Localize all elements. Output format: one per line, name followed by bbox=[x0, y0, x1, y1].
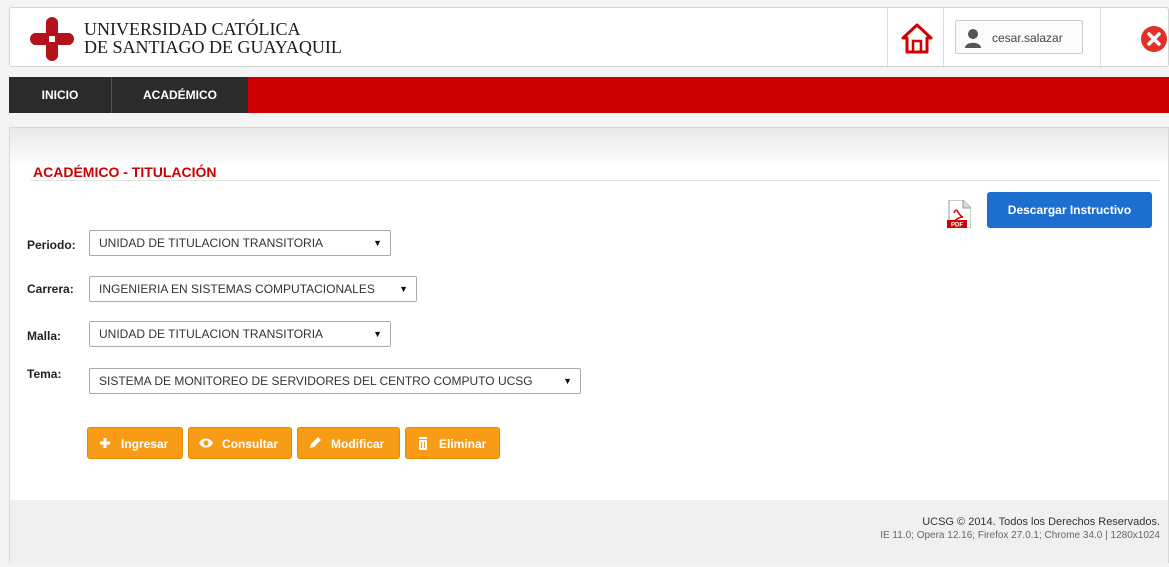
pdf-icon[interactable]: PDF bbox=[947, 200, 971, 228]
university-name-line1: UNIVERSIDAD CATÓLICA bbox=[84, 19, 301, 39]
trash-icon bbox=[419, 437, 427, 450]
chevron-down-icon: ▼ bbox=[399, 284, 408, 294]
main-panel: ACADÉMICO - TITULACIÓN PDF Descargar Ins… bbox=[9, 127, 1169, 564]
carrera-select[interactable]: INGENIERIA EN SISTEMAS COMPUTACIONALES ▼ bbox=[89, 276, 417, 302]
carrera-select-value: INGENIERIA EN SISTEMAS COMPUTACIONALES bbox=[99, 282, 375, 296]
periodo-select[interactable]: UNIDAD DE TITULACION TRANSITORIA ▼ bbox=[89, 230, 391, 256]
chevron-down-icon: ▼ bbox=[563, 376, 572, 386]
periodo-label: Periodo: bbox=[27, 238, 76, 252]
svg-text:PDF: PDF bbox=[951, 223, 963, 229]
browser-compat-text: IE 11.0; Opera 12.16; Firefox 27.0.1; Ch… bbox=[880, 530, 1160, 541]
university-name: UNIVERSIDAD CATÓLICA DE SANTIAGO DE GUAY… bbox=[84, 20, 342, 56]
username-label: cesar.salazar bbox=[992, 31, 1063, 45]
chevron-down-icon: ▼ bbox=[373, 329, 382, 339]
tema-select-value: SISTEMA DE MONITOREO DE SERVIDORES DEL C… bbox=[99, 374, 533, 388]
nav-item-inicio[interactable]: INICIO bbox=[9, 77, 112, 113]
malla-label: Malla: bbox=[27, 329, 62, 343]
home-icon[interactable] bbox=[900, 22, 934, 56]
consultar-button[interactable]: Consultar bbox=[188, 427, 292, 459]
university-name-line2: DE SANTIAGO DE GUAYAQUIL bbox=[84, 37, 342, 57]
main-navigation: INICIO ACADÉMICO bbox=[9, 77, 1169, 113]
eliminar-label: Eliminar bbox=[439, 437, 487, 451]
malla-select-value: UNIDAD DE TITULACION TRANSITORIA bbox=[99, 327, 324, 341]
consultar-label: Consultar bbox=[222, 437, 279, 451]
user-icon bbox=[965, 29, 981, 48]
header-divider bbox=[1100, 8, 1101, 68]
header-divider bbox=[943, 8, 944, 68]
user-menu[interactable]: cesar.salazar bbox=[955, 20, 1083, 54]
university-logo[interactable] bbox=[30, 17, 74, 61]
modificar-label: Modificar bbox=[331, 437, 385, 451]
periodo-select-value: UNIDAD DE TITULACION TRANSITORIA bbox=[99, 236, 324, 250]
download-instructions-button[interactable]: Descargar Instructivo bbox=[987, 192, 1152, 228]
ingresar-button[interactable]: Ingresar bbox=[87, 427, 183, 459]
title-divider bbox=[30, 180, 1160, 181]
eye-icon bbox=[199, 438, 213, 448]
nav-item-academico[interactable]: ACADÉMICO bbox=[112, 77, 248, 113]
copyright-text: UCSG © 2014. Todos los Derechos Reservad… bbox=[922, 516, 1160, 528]
carrera-label: Carrera: bbox=[27, 282, 74, 296]
header-divider bbox=[887, 8, 888, 68]
ingresar-label: Ingresar bbox=[121, 437, 169, 451]
chevron-down-icon: ▼ bbox=[373, 238, 382, 248]
modificar-button[interactable]: Modificar bbox=[297, 427, 400, 459]
page-title: ACADÉMICO - TITULACIÓN bbox=[33, 164, 217, 180]
footer: UCSG © 2014. Todos los Derechos Reservad… bbox=[10, 500, 1168, 564]
eliminar-button[interactable]: Eliminar bbox=[405, 427, 500, 459]
header: UNIVERSIDAD CATÓLICA DE SANTIAGO DE GUAY… bbox=[9, 7, 1169, 68]
pencil-icon bbox=[310, 437, 321, 448]
malla-select[interactable]: UNIDAD DE TITULACION TRANSITORIA ▼ bbox=[89, 321, 391, 347]
tema-select[interactable]: SISTEMA DE MONITOREO DE SERVIDORES DEL C… bbox=[89, 368, 581, 394]
panel-header-background bbox=[10, 128, 1168, 168]
close-icon[interactable] bbox=[1140, 25, 1168, 53]
tema-label: Tema: bbox=[27, 367, 62, 381]
plus-icon bbox=[100, 438, 110, 448]
